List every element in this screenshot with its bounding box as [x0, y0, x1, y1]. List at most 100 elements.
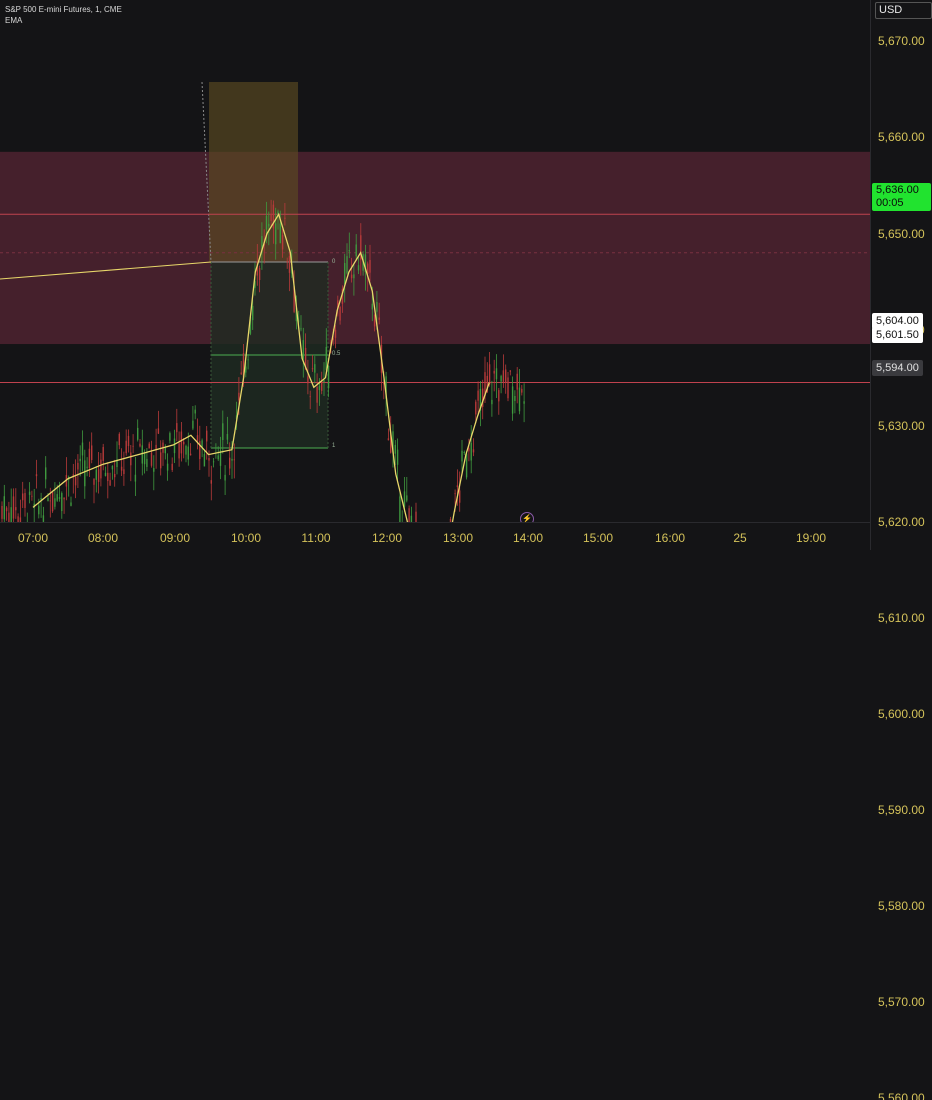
candle-body	[461, 450, 463, 462]
price-scale[interactable]: USD 5,670.005,660.005,650.005,640.005,63…	[870, 0, 932, 1100]
candle-body	[84, 460, 86, 487]
candle-body	[118, 433, 120, 446]
candle-body	[58, 497, 61, 499]
candle-body	[183, 441, 185, 445]
candle-body	[311, 368, 314, 370]
candle-body	[521, 388, 523, 393]
candle-body	[318, 385, 321, 391]
price-chart[interactable]	[0, 0, 870, 522]
candle-body	[189, 453, 192, 456]
candle-body	[300, 328, 302, 330]
candle-body	[258, 268, 261, 281]
candle-body	[516, 373, 518, 390]
candle-body	[104, 472, 107, 476]
candle-body	[137, 427, 139, 440]
price-tick-label: 5,660.00	[878, 130, 925, 145]
candle-body	[146, 458, 148, 467]
time-tick-label: 08:00	[87, 531, 119, 545]
fib-level-0.5-label: 0.5	[332, 351, 341, 357]
last-price-tag: 5,636.00 00:05	[872, 183, 931, 211]
candle-body	[107, 472, 109, 482]
symbol-title[interactable]: S&P 500 E-mini Futures, 1, CME	[5, 4, 122, 15]
candle-body	[327, 365, 330, 389]
candle-body	[79, 458, 81, 462]
candle-body	[339, 306, 341, 321]
candle-body	[493, 370, 495, 374]
time-tick-label: 16:00	[654, 531, 686, 545]
candle-body	[394, 444, 396, 454]
candle-body	[31, 495, 33, 497]
candle-body	[348, 250, 350, 252]
candle-body	[288, 255, 291, 273]
candle-body	[42, 515, 45, 522]
candle-body	[247, 359, 249, 361]
candle-body	[194, 409, 196, 414]
currency-selector[interactable]: USD	[875, 2, 932, 19]
candle-body	[465, 453, 468, 478]
candle-body	[40, 498, 42, 500]
fib-level-0-label: 0	[332, 259, 336, 265]
candle-body	[344, 263, 346, 284]
candle-body	[160, 452, 162, 469]
candle-body	[88, 448, 91, 469]
candle-body	[127, 435, 130, 447]
candle-body	[125, 440, 127, 454]
time-tick-label: 11:00	[301, 531, 331, 545]
candle-body	[70, 502, 72, 506]
candle-body	[51, 492, 54, 512]
time-tick-label: 09:00	[159, 531, 191, 545]
candle-body	[86, 466, 88, 468]
candle-body	[523, 401, 525, 404]
candle-body	[12, 496, 15, 519]
price-tick-label: 5,620.00	[878, 514, 925, 529]
candle-body	[491, 399, 493, 405]
candle-body	[173, 438, 176, 454]
candle-body	[353, 274, 355, 279]
candle-body	[475, 401, 477, 415]
candle-body	[325, 346, 327, 370]
candle-body	[500, 376, 502, 382]
candle-body	[74, 476, 77, 486]
candle-body	[222, 423, 224, 441]
candle-body	[406, 495, 408, 501]
candle-body	[102, 447, 104, 461]
price-tick-label: 5,630.00	[878, 418, 925, 433]
lightning-icon[interactable]: ⚡	[520, 512, 534, 522]
ema-indicator-label[interactable]: EMA	[5, 15, 122, 26]
time-scale[interactable]: 07:00 08:00 09:00 10:00 11:00 12:00 13:00 14:00…	[0, 522, 870, 551]
candle-body	[355, 244, 357, 257]
candle-body	[206, 430, 208, 442]
candle-body	[153, 468, 155, 472]
candle-body	[8, 512, 10, 522]
candle-body	[38, 505, 40, 515]
fib-level-1-label: 1	[332, 443, 336, 449]
candle-body	[346, 256, 348, 274]
candle-body	[5, 507, 8, 512]
candle-body	[187, 446, 189, 460]
candle-body	[275, 223, 277, 245]
candle-body	[507, 377, 509, 399]
candle-body	[97, 469, 100, 482]
candle-body	[229, 457, 231, 469]
candle-body	[231, 458, 233, 461]
candle-body	[459, 490, 461, 503]
candle-body	[396, 449, 399, 465]
candle-body	[24, 493, 26, 508]
candle-body	[91, 445, 93, 461]
candle-body	[399, 496, 401, 522]
candle-body	[224, 474, 226, 481]
candle-body	[240, 372, 242, 375]
time-tick-label: 07:00	[17, 531, 49, 545]
candle-body	[334, 329, 337, 338]
chart-plot-area[interactable]: S&P 500 E-mini Futures, 1, CME EMA 0 0.5…	[0, 0, 870, 522]
candle-body	[518, 387, 521, 412]
candle-body	[502, 370, 505, 382]
candle-body	[514, 396, 516, 401]
candle-body	[45, 467, 47, 480]
candle-body	[169, 433, 171, 441]
chart-legend: S&P 500 E-mini Futures, 1, CME EMA	[5, 4, 122, 26]
candle-body	[498, 390, 500, 402]
candle-body	[157, 428, 160, 434]
candle-body	[56, 494, 58, 501]
candle-body	[22, 493, 24, 501]
